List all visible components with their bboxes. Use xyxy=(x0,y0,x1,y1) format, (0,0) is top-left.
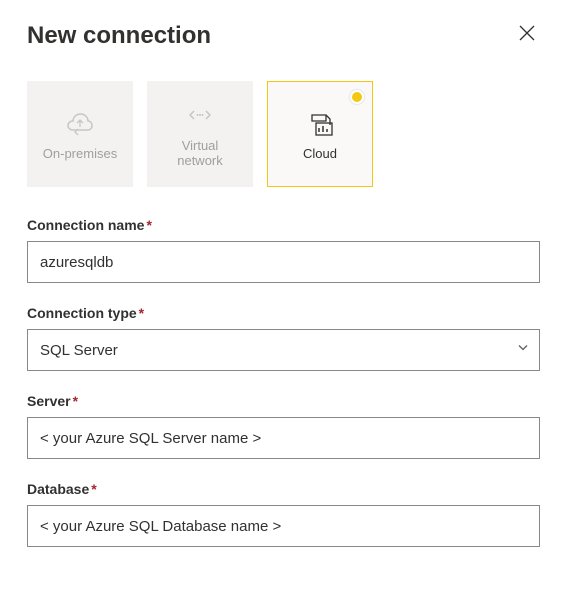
cloud-report-icon xyxy=(304,107,336,139)
field-database: Database* xyxy=(27,481,540,547)
required-star-icon: * xyxy=(91,481,96,497)
connection-name-label: Connection name* xyxy=(27,217,152,233)
tab-label: Cloud xyxy=(303,147,337,162)
field-server: Server* xyxy=(27,393,540,459)
field-connection-name: Connection name* xyxy=(27,217,540,283)
label-text: Database xyxy=(27,481,89,497)
label-text: Connection name xyxy=(27,217,144,233)
dialog-header: New connection xyxy=(27,20,540,51)
close-button[interactable] xyxy=(514,20,540,51)
connection-name-input[interactable] xyxy=(27,241,540,283)
server-label: Server* xyxy=(27,393,78,409)
field-connection-type: Connection type* SQL Server xyxy=(27,305,540,371)
tab-label: On-premises xyxy=(43,147,117,162)
network-icon xyxy=(184,99,216,131)
tab-cloud[interactable]: Cloud xyxy=(267,81,373,187)
label-text: Server xyxy=(27,393,71,409)
close-icon xyxy=(518,24,536,47)
tab-virtual-network[interactable]: Virtual network xyxy=(147,81,253,187)
connection-type-select-wrapper: SQL Server xyxy=(27,329,540,371)
server-input[interactable] xyxy=(27,417,540,459)
select-value: SQL Server xyxy=(40,342,118,359)
required-star-icon: * xyxy=(146,217,151,233)
required-star-icon: * xyxy=(73,393,78,409)
connection-type-tabs: On-premises Virtual network Cloud xyxy=(27,81,540,187)
required-star-icon: * xyxy=(139,305,144,321)
database-label: Database* xyxy=(27,481,97,497)
tab-label: Virtual network xyxy=(177,139,223,169)
selected-indicator-icon xyxy=(350,90,364,104)
label-text: Connection type xyxy=(27,305,137,321)
connection-type-label: Connection type* xyxy=(27,305,144,321)
cloud-sync-icon xyxy=(64,107,96,139)
database-input[interactable] xyxy=(27,505,540,547)
connection-type-select[interactable]: SQL Server xyxy=(27,329,540,371)
tab-on-premises[interactable]: On-premises xyxy=(27,81,133,187)
dialog-title: New connection xyxy=(27,22,211,50)
